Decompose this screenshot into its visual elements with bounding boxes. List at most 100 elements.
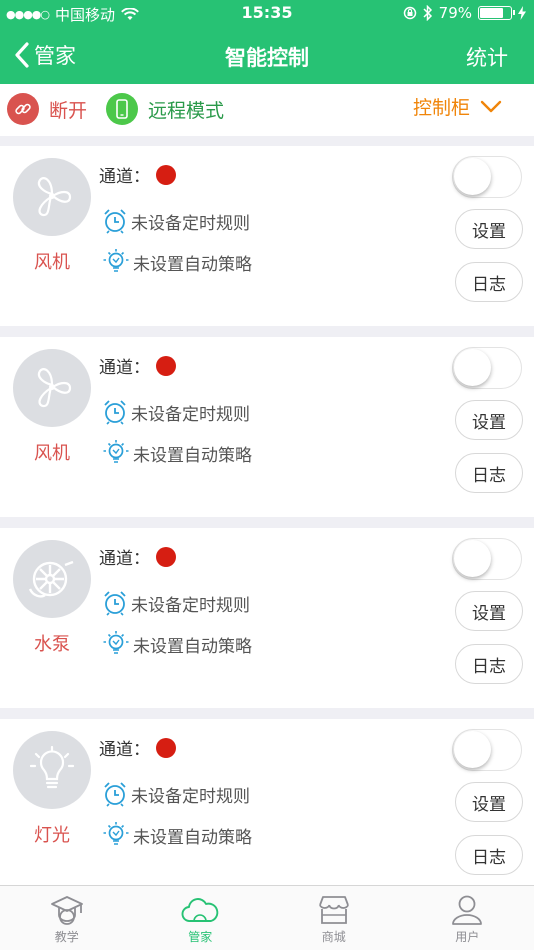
settings-button[interactable]: 设置: [455, 400, 523, 440]
channel-status-dot: [156, 737, 176, 758]
cloud-icon: [181, 898, 219, 922]
tab-teaching[interactable]: 教学: [0, 886, 134, 950]
settings-button[interactable]: 设置: [455, 591, 523, 631]
timer-row[interactable]: 未设备定时规则: [102, 208, 250, 234]
fan-icon: [37, 177, 72, 217]
battery-icon: [478, 6, 515, 20]
device-card: 风机 通道： 未设备定时规则 未设置自动策略 设置 日志: [0, 337, 534, 517]
fan-icon: [37, 368, 72, 408]
pump-icon: [28, 560, 74, 598]
tab-label: 商城: [321, 930, 346, 944]
auto-strategy-text: 未设置自动策略: [133, 636, 252, 657]
smart-bulb-icon: [103, 249, 129, 272]
device-name: 水泵: [34, 634, 70, 655]
auto-strategy-text: 未设置自动策略: [133, 254, 252, 275]
charging-icon: [518, 6, 526, 20]
mode-button[interactable]: 远程模式: [106, 93, 224, 125]
disconnect-button[interactable]: 断开: [7, 93, 87, 125]
power-toggle[interactable]: [452, 729, 522, 771]
auto-strategy-text: 未设置自动策略: [133, 445, 252, 466]
tab-store[interactable]: 商城: [267, 886, 401, 950]
power-toggle[interactable]: [452, 538, 522, 580]
channel-label: 通道：: [99, 740, 150, 760]
auto-strategy-row[interactable]: 未设置自动策略: [102, 630, 252, 658]
alarm-clock-icon: [104, 782, 126, 807]
channel-status-dot: [156, 546, 176, 567]
device-card: 灯光 通道： 未设备定时规则 未设置自动策略 设置 日志: [0, 719, 534, 899]
smart-bulb-icon: [103, 822, 129, 845]
phone-icon: [106, 93, 138, 125]
device-avatar: [13, 349, 91, 427]
top-bar: ●●●●○ 中国移动 15:35 79% 管家 智能控制 统计: [0, 0, 534, 84]
device-card: 风机 通道： 未设备定时规则 未设置自动策略 设置 日志: [0, 146, 534, 326]
mode-label: 远程模式: [148, 99, 225, 122]
timer-text: 未设备定时规则: [131, 595, 250, 616]
timer-row[interactable]: 未设备定时规则: [102, 399, 250, 425]
toggle-knob: [454, 349, 491, 386]
graduation-cap-icon: [50, 896, 83, 925]
toggle-knob: [454, 158, 491, 195]
timer-text: 未设备定时规则: [131, 404, 250, 425]
chevron-down-icon: [480, 100, 502, 112]
statistics-button[interactable]: 统计: [466, 42, 508, 72]
user-icon: [452, 895, 483, 925]
log-button[interactable]: 日志: [455, 644, 523, 684]
settings-button[interactable]: 设置: [455, 782, 523, 822]
auto-strategy-row[interactable]: 未设置自动策略: [102, 821, 252, 849]
tab-bar: 教学 管家 商城 用户: [0, 885, 534, 950]
timer-row[interactable]: 未设备定时规则: [102, 590, 250, 616]
toggle-knob: [454, 731, 491, 768]
bluetooth-icon: [423, 5, 432, 21]
log-button[interactable]: 日志: [455, 262, 523, 302]
rotation-lock-icon: [403, 6, 416, 20]
smart-bulb-icon: [103, 440, 129, 463]
device-card: 水泵 通道： 未设备定时规则 未设置自动策略 设置 日志: [0, 528, 534, 708]
channel-row: 通道：: [99, 162, 176, 187]
device-name: 灯光: [34, 825, 70, 846]
store-icon: [318, 896, 349, 924]
nav-bar: 管家 智能控制 统计: [0, 28, 534, 84]
device-avatar: [13, 540, 91, 618]
device-avatar: [13, 158, 91, 236]
mode-bar: 断开 远程模式 控制柜: [0, 84, 534, 136]
log-button[interactable]: 日志: [455, 453, 523, 493]
toggle-knob: [454, 540, 491, 577]
device-name: 风机: [34, 443, 70, 464]
cabinet-label: 控制柜: [412, 97, 470, 119]
alarm-clock-icon: [104, 209, 126, 234]
auto-strategy-row[interactable]: 未设置自动策略: [102, 439, 252, 467]
channel-status-dot: [156, 164, 176, 185]
channel-label: 通道：: [99, 549, 150, 569]
bulb-icon: [30, 746, 74, 789]
smart-bulb-icon: [103, 631, 129, 654]
channel-label: 通道：: [99, 358, 150, 378]
link-icon: [7, 93, 39, 125]
tab-label: 教学: [54, 930, 79, 944]
tab-label: 管家: [188, 930, 213, 944]
channel-row: 通道：: [99, 544, 176, 569]
alarm-clock-icon: [104, 400, 126, 425]
channel-row: 通道：: [99, 735, 176, 760]
auto-strategy-text: 未设置自动策略: [133, 827, 252, 848]
timer-text: 未设备定时规则: [131, 786, 250, 807]
battery-percent: 79%: [438, 4, 472, 22]
disconnect-label: 断开: [49, 99, 88, 122]
page-title: 智能控制: [225, 46, 309, 70]
tab-label: 用户: [455, 930, 480, 944]
cabinet-dropdown[interactable]: 控制柜: [413, 93, 502, 120]
log-button[interactable]: 日志: [455, 835, 523, 875]
channel-row: 通道：: [99, 353, 176, 378]
power-toggle[interactable]: [452, 156, 522, 198]
status-bar: ●●●●○ 中国移动 15:35 79%: [0, 0, 534, 28]
power-toggle[interactable]: [452, 347, 522, 389]
device-avatar: [13, 731, 91, 809]
tab-butler[interactable]: 管家: [134, 886, 268, 950]
channel-status-dot: [156, 355, 176, 376]
auto-strategy-row[interactable]: 未设置自动策略: [102, 248, 252, 276]
timer-text: 未设备定时规则: [131, 213, 250, 234]
channel-label: 通道：: [99, 167, 150, 187]
device-name: 风机: [34, 252, 70, 273]
timer-row[interactable]: 未设备定时规则: [102, 781, 250, 807]
settings-button[interactable]: 设置: [455, 209, 523, 249]
tab-user[interactable]: 用户: [401, 886, 534, 950]
